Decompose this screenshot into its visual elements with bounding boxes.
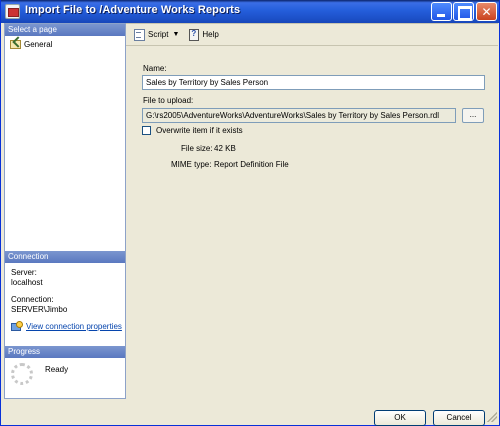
toolbar: Script ▼ Help (126, 24, 498, 44)
chevron-down-icon[interactable]: ▼ (172, 31, 179, 38)
script-button[interactable]: Script ▼ (130, 26, 182, 42)
close-button[interactable] (476, 2, 497, 21)
progress-header: Progress (5, 346, 125, 358)
page-item-label: General (24, 39, 53, 49)
mime-type-label: MIME type: (171, 160, 212, 169)
progress-status: Ready (11, 363, 68, 385)
page-item-general[interactable]: General (9, 38, 52, 50)
view-connection-properties-link[interactable]: View connection properties (26, 322, 122, 331)
connection-value: SERVER\Jimbo (11, 305, 68, 314)
import-file-dialog: Import File to /Adventure Works Reports … (0, 0, 500, 426)
file-to-upload-label: File to upload: (143, 96, 194, 105)
report-manager-icon (5, 4, 20, 19)
view-connection-properties-link-row[interactable]: View connection properties (11, 321, 122, 331)
toolbar-divider (126, 45, 498, 46)
connection-info: Connection: SERVER\Jimbo (11, 295, 67, 315)
file-size-value: 42 KB (214, 144, 236, 153)
name-field[interactable]: Sales by Territory by Sales Person (142, 75, 485, 90)
window-title: Import File to /Adventure Works Reports (25, 4, 241, 16)
left-panel: Select a page General Connection Server:… (4, 23, 126, 399)
minimize-button[interactable] (431, 2, 452, 21)
properties-icon (9, 39, 21, 49)
script-icon (133, 28, 145, 41)
browse-button[interactable]: ... (462, 108, 484, 123)
overwrite-checkbox[interactable] (142, 126, 151, 135)
connection-header: Connection (5, 251, 125, 263)
connection-label: Connection: (11, 295, 54, 304)
overwrite-label: Overwrite item if it exists (156, 126, 243, 135)
help-button[interactable]: Help (184, 26, 221, 42)
maximize-button[interactable] (453, 2, 474, 21)
ok-button[interactable]: OK (374, 410, 426, 426)
server-value: localhost (11, 278, 43, 287)
help-label: Help (202, 29, 219, 39)
mime-type-value: Report Definition File (214, 160, 289, 169)
connection-properties-icon (11, 321, 23, 331)
file-to-upload-field[interactable]: G:\rs2005\AdventureWorks\AdventureWorks\… (142, 108, 456, 123)
progress-status-text: Ready (45, 365, 69, 374)
general-page: Script ▼ Help Name: Sales by Territory b… (126, 23, 498, 399)
progress-spinner-icon (11, 363, 33, 385)
name-label: Name: (143, 64, 167, 73)
file-size-label: File size: (181, 144, 213, 153)
title-bar[interactable]: Import File to /Adventure Works Reports (1, 0, 499, 23)
cancel-button[interactable]: Cancel (433, 410, 485, 426)
resize-grip-icon[interactable] (487, 412, 497, 422)
help-icon (187, 28, 200, 41)
overwrite-checkbox-row[interactable]: Overwrite item if it exists (142, 126, 243, 135)
script-label: Script (148, 29, 169, 39)
server-info: Server: localhost (11, 268, 43, 288)
server-label: Server: (11, 268, 37, 277)
select-page-header: Select a page (5, 24, 125, 36)
